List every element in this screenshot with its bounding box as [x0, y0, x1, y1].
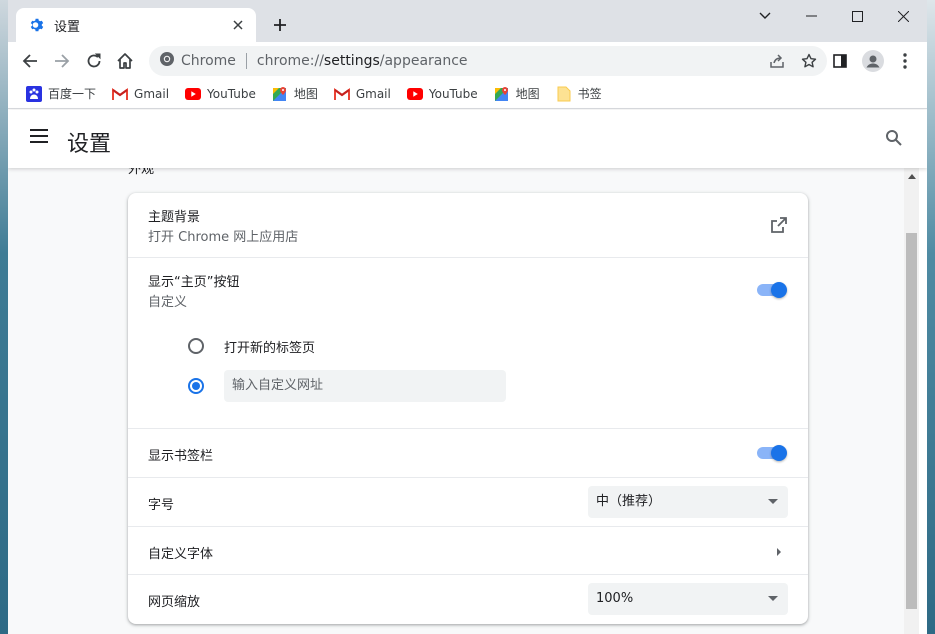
share-icon[interactable] [765, 49, 789, 73]
chevron-right-icon [776, 546, 782, 561]
bookmarks-bar-label: 显示书签栏 [148, 449, 214, 464]
dropdown-arrow-icon [768, 596, 778, 601]
tab-title: 设置 [54, 19, 81, 35]
bookmarks-bar: 百度一下 Gmail YouTube 地图 Gmail YouTube 地图 书… [8, 79, 927, 109]
home-button-toggle[interactable] [755, 280, 789, 300]
maps-icon [272, 86, 288, 102]
site-info[interactable]: Chrome [159, 51, 236, 71]
chrome-icon [159, 51, 175, 71]
browser-window: 设置 Chrome chrome://settings/appearance 百… [8, 0, 927, 634]
gmail-icon [112, 86, 129, 102]
font-size-select[interactable]: 中（推荐） [588, 486, 788, 518]
radio-new-tab[interactable] [188, 338, 204, 354]
bookmark-baidu[interactable]: 百度一下 [20, 82, 102, 106]
close-icon[interactable] [230, 17, 246, 33]
theme-sub: 打开 Chrome 网上应用店 [148, 230, 299, 245]
page-scrollbar[interactable] [904, 168, 919, 634]
tab-search-button[interactable] [742, 0, 788, 32]
reload-button[interactable] [81, 48, 107, 74]
side-panel-button[interactable] [827, 48, 853, 74]
custom-url-input[interactable]: 输入自定义网址 [224, 370, 506, 402]
scroll-up-arrow[interactable] [908, 174, 916, 179]
desktop-background-left [0, 0, 8, 634]
url-text: chrome://settings/appearance [256, 53, 468, 69]
tab-strip: 设置 [8, 0, 927, 42]
settings-page: 外观 主题背景 打开 Chrome 网上应用店 显示“主页”按钮 自定义 打开新… [8, 168, 912, 634]
radio-custom-url[interactable] [188, 378, 204, 394]
page-zoom-label: 网页缩放 [148, 595, 201, 610]
menu-icon[interactable] [30, 129, 54, 149]
star-icon[interactable] [797, 49, 821, 73]
font-size-label: 字号 [148, 498, 175, 513]
bookmarks-bar-toggle[interactable] [755, 443, 789, 463]
bookmark-youtube-2[interactable]: YouTube [401, 82, 484, 106]
page-zoom-row: 网页缩放 100% [128, 575, 808, 624]
section-title-appearance: 外观 [128, 168, 155, 177]
more-menu-icon[interactable] [892, 48, 918, 74]
search-icon[interactable] [885, 129, 905, 149]
bookmark-gmail-2[interactable]: Gmail [328, 82, 397, 106]
home-button[interactable] [112, 48, 138, 74]
site-label: Chrome [181, 53, 236, 69]
minimize-button[interactable] [788, 0, 834, 32]
maximize-button[interactable] [834, 0, 880, 32]
omnibox-divider [245, 53, 247, 69]
theme-row[interactable]: 主题背景 打开 Chrome 网上应用店 [128, 193, 808, 258]
youtube-icon [406, 86, 423, 102]
open-external-icon[interactable] [770, 216, 788, 234]
font-size-row: 字号 中（推荐） [128, 478, 808, 527]
desktop-background-right [927, 0, 935, 634]
bookmark-folder[interactable]: 书签 [550, 82, 608, 106]
bookmark-gmail[interactable]: Gmail [106, 82, 175, 106]
bookmark-maps-2[interactable]: 地图 [488, 82, 546, 106]
home-button-row: 显示“主页”按钮 自定义 打开新的标签页 输入自定义网址 [128, 258, 808, 429]
page-zoom-select[interactable]: 100% [588, 583, 788, 615]
scroll-thumb[interactable] [906, 233, 917, 609]
address-bar[interactable]: Chrome chrome://settings/appearance [149, 46, 827, 76]
home-button-label: 显示“主页”按钮 [148, 275, 240, 290]
folder-icon [556, 86, 572, 102]
appearance-card: 主题背景 打开 Chrome 网上应用店 显示“主页”按钮 自定义 打开新的标签… [128, 193, 808, 624]
gear-icon [29, 17, 45, 33]
maps-icon [494, 86, 510, 102]
settings-toolbar: 设置 [8, 110, 927, 168]
theme-label: 主题背景 [148, 210, 201, 225]
tab-settings[interactable]: 设置 [16, 8, 256, 42]
page-title: 设置 [67, 132, 112, 157]
forward-button[interactable] [49, 48, 75, 74]
radio-new-tab-label: 打开新的标签页 [224, 341, 316, 356]
bookmark-maps[interactable]: 地图 [266, 82, 324, 106]
bookmarks-bar-row[interactable]: 显示书签栏 [128, 429, 808, 478]
profile-avatar[interactable] [860, 48, 886, 74]
custom-fonts-row[interactable]: 自定义字体 [128, 527, 808, 575]
browser-toolbar: Chrome chrome://settings/appearance [8, 42, 927, 79]
baidu-icon [26, 85, 42, 102]
gmail-icon [333, 86, 350, 102]
home-button-sub: 自定义 [148, 295, 188, 310]
youtube-icon [185, 86, 202, 102]
close-window-button[interactable] [880, 0, 926, 32]
new-tab-button[interactable] [268, 13, 292, 37]
back-button[interactable] [17, 48, 43, 74]
dropdown-arrow-icon [768, 499, 778, 504]
bookmark-youtube[interactable]: YouTube [179, 82, 262, 106]
custom-fonts-label: 自定义字体 [148, 547, 214, 562]
